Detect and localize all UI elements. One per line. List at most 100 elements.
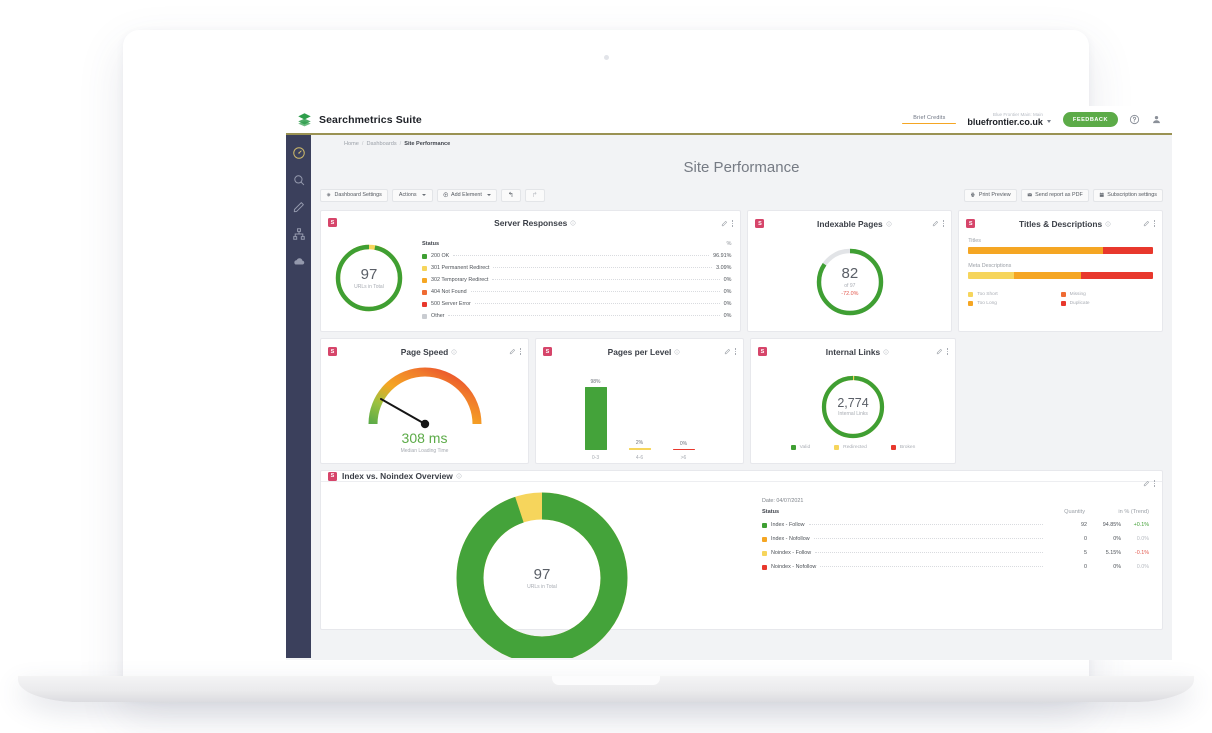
card-body: Titles Meta Descriptions [959,236,1162,331]
legend-row: 302 Temporary Redirect 0% [422,274,731,286]
indexable-pages-donut: 82 of 97 -72.0% [812,244,888,320]
printer-icon [970,192,976,198]
bar-segment-too-long [968,247,1103,254]
card-internal-links: S Internal Links [750,338,956,464]
kebab-menu-icon[interactable] [1154,480,1155,486]
pencil-edit-icon[interactable] [1143,220,1150,227]
info-circle-icon[interactable] [886,221,892,227]
legend-item: Missing [1061,292,1153,297]
card-actions [936,348,948,355]
browser-screen: Searchmetrics Suite Brief Credits Blue F… [286,106,1172,660]
info-circle-icon[interactable] [456,473,462,479]
donut-chart [818,372,888,442]
actions-dropdown[interactable]: Actions [392,189,433,202]
add-element-button[interactable]: Add Element [437,189,497,202]
dashboard-row-1: S Server Responses [320,210,1163,332]
table-row: Noindex - Follow 5 5.15% -0.1% [762,546,1149,560]
account-switcher[interactable]: Blue Frontier Main: Main bluefrontier.co… [967,112,1052,128]
index-noindex-donut: 97 URLs in Total [456,492,628,642]
card-actions [724,348,736,355]
source-badge: S [328,347,337,356]
envelope-icon [1027,192,1033,198]
legend-row: 200 OK 96.91% [422,250,731,262]
gear-icon [326,192,332,198]
subscription-settings-button[interactable]: Subscription settings [1093,189,1163,202]
redo-arrow-icon: ↱ [532,192,538,199]
source-badge: S [966,219,975,228]
kebab-menu-icon[interactable] [947,348,948,354]
info-circle-icon[interactable] [451,349,457,355]
bar-segment-too-short [968,272,1014,279]
color-swatch [422,266,427,271]
bar-group: 2% 4-6 [629,379,651,450]
sidebar-item-research[interactable] [292,173,306,187]
meta-descriptions-stacked-bar [968,272,1153,279]
table-date-label: Date: 04/07/2021 [762,498,1149,504]
card-header: S Titles & Descriptions [959,211,1162,236]
card-actions [932,220,944,227]
pencil-edit-icon[interactable] [721,220,728,227]
pencil-edit-icon[interactable] [509,348,516,355]
sidebar-item-site-structure[interactable] [292,227,306,241]
dot-leader [815,552,1043,553]
undo-button[interactable]: ↰ [501,189,521,202]
kebab-menu-icon[interactable] [735,348,736,354]
titles-label: Titles [968,238,1153,244]
account-domain: bluefrontier.co.uk [967,117,1043,127]
pencil-edit-icon[interactable] [936,348,943,355]
index-noindex-table: Date: 04/07/2021 Status Quantity in % (T… [754,492,1153,642]
source-badge: S [543,347,552,356]
card-page-speed: S Page Speed [320,338,529,464]
send-report-pdf-button[interactable]: Send report as PDF [1021,189,1089,202]
info-circle-icon[interactable] [674,349,680,355]
sidebar-item-dashboard[interactable] [292,146,306,160]
info-circle-icon[interactable] [1105,221,1111,227]
color-swatch [422,302,427,307]
dot-leader [492,279,719,280]
breadcrumb-current: Site Performance [404,141,450,147]
bar-gt6[interactable] [673,449,695,450]
dashboard-settings-button[interactable]: Dashboard Settings [320,189,388,202]
pencil-edit-icon[interactable] [724,348,731,355]
sidebar-item-cloud[interactable] [292,254,306,268]
subscription-settings-label: Subscription settings [1107,192,1157,198]
legend-item: Valid [791,445,811,450]
feedback-button[interactable]: FEEDBACK [1063,112,1118,127]
pencil-edit-icon[interactable] [1143,480,1150,487]
column-status: Status [762,509,1041,515]
bar-4-6[interactable] [629,448,651,450]
info-circle-icon[interactable] [570,220,576,226]
breadcrumb-dashboards[interactable]: Dashboards [366,141,396,147]
card-body: 97 URLs in Total Date: 04/07/2021 Status [321,482,1162,642]
pencil-edit-icon[interactable] [932,220,939,227]
brand[interactable]: Searchmetrics Suite [297,112,422,127]
source-badge: S [755,219,764,228]
sidebar-item-content[interactable] [292,200,306,214]
chevron-down-icon [1047,120,1051,123]
bar-0-3[interactable] [585,387,607,450]
color-swatch [762,537,767,542]
kebab-menu-icon[interactable] [520,348,521,354]
user-account-icon[interactable] [1151,114,1162,125]
kebab-menu-icon[interactable] [943,220,944,226]
source-badge: S [328,218,337,227]
brief-credits-bar [902,123,956,124]
redo-button[interactable]: ↱ [525,189,545,202]
titles-descriptions-legend: Too Short Missing Too Long Duplicate [968,292,1153,306]
info-circle-icon[interactable] [883,349,889,355]
kebab-menu-icon[interactable] [1154,220,1155,226]
kebab-menu-icon[interactable] [732,220,733,226]
dot-leader [820,566,1043,567]
actions-label: Actions [399,192,417,198]
bar-group: 0% >6 [673,379,695,450]
brief-credits[interactable]: Brief Credits [902,115,956,124]
card-header: S Index vs. Noindex Overview [321,471,1162,482]
question-circle-icon[interactable] [1129,114,1140,125]
card-header: S Page Speed [321,339,528,364]
breadcrumb-home[interactable]: Home [344,141,359,147]
brand-name: Searchmetrics Suite [319,114,422,126]
card-title: Server Responses [337,218,733,228]
card-title: Page Speed [337,347,521,357]
print-preview-button[interactable]: Print Preview [964,189,1016,202]
gauge-chart [364,367,486,429]
